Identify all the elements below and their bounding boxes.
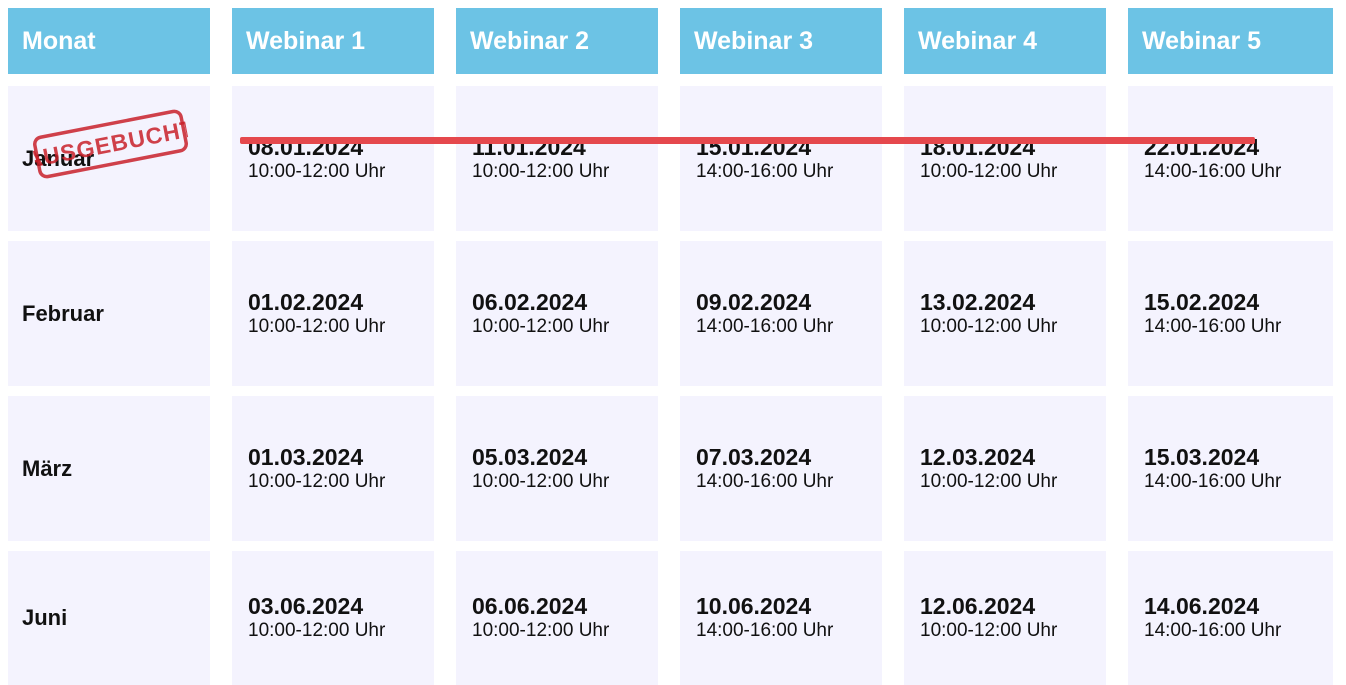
webinar-time: 14:00-16:00 Uhr — [1144, 160, 1282, 182]
header-month: Monat — [8, 8, 210, 74]
webinar-time: 10:00-12:00 Uhr — [248, 470, 386, 492]
webinar-date: 09.02.2024 — [696, 288, 812, 315]
webinar-date: 03.06.2024 — [248, 593, 364, 619]
webinar-time: 14:00-16:00 Uhr — [1144, 620, 1282, 641]
webinar-time: 10:00-12:00 Uhr — [920, 160, 1058, 182]
webinar-date: 14.06.2024 — [1144, 593, 1260, 619]
webinar-time: 14:00-16:00 Uhr — [696, 315, 834, 337]
webinar-time: 14:00-16:00 Uhr — [696, 470, 834, 492]
sold-out-strikethrough — [240, 137, 1255, 144]
webinar-slot[interactable]: 13.02.2024 10:00-12:00 Uhr — [904, 241, 1106, 386]
webinar-time: 14:00-16:00 Uhr — [696, 160, 834, 182]
webinar-slot[interactable]: 18.01.2024 10:00-12:00 Uhr — [904, 86, 1106, 231]
header-webinar-1: Webinar 1 — [232, 8, 434, 74]
webinar-time: 10:00-12:00 Uhr — [920, 620, 1058, 641]
header-label: Webinar 1 — [246, 26, 366, 55]
webinar-date: 15.02.2024 — [1144, 288, 1260, 315]
webinar-date: 15.03.2024 — [1144, 443, 1260, 470]
header-label: Webinar 3 — [694, 26, 814, 55]
month-label: Juni — [22, 605, 68, 630]
header-label: Webinar 2 — [470, 26, 590, 55]
table-row-month: März — [8, 396, 210, 541]
table-row-month: Januar — [8, 86, 210, 231]
webinar-slot[interactable]: 08.01.2024 10:00-12:00 Uhr — [232, 86, 434, 231]
webinar-date: 06.02.2024 — [472, 288, 588, 315]
webinar-time: 10:00-12:00 Uhr — [472, 315, 610, 337]
month-label: Februar — [22, 300, 104, 326]
webinar-slot[interactable]: 15.02.2024 14:00-16:00 Uhr — [1128, 241, 1333, 386]
webinar-slot[interactable]: 03.06.2024 10:00-12:00 Uhr — [232, 551, 434, 685]
webinar-time: 10:00-12:00 Uhr — [472, 160, 610, 182]
webinar-slot[interactable]: 07.03.2024 14:00-16:00 Uhr — [680, 396, 882, 541]
table-row-month: Februar — [8, 241, 210, 386]
webinar-date: 12.03.2024 — [920, 443, 1036, 470]
webinar-slot[interactable]: 11.01.2024 10:00-12:00 Uhr — [456, 86, 658, 231]
webinar-time: 10:00-12:00 Uhr — [472, 470, 610, 492]
webinar-date: 01.03.2024 — [248, 443, 364, 470]
webinar-time: 10:00-12:00 Uhr — [920, 315, 1058, 337]
webinar-slot[interactable]: 06.02.2024 10:00-12:00 Uhr — [456, 241, 658, 386]
webinar-date: 01.02.2024 — [248, 288, 364, 315]
header-label: Webinar 4 — [918, 26, 1038, 55]
header-webinar-5: Webinar 5 — [1128, 8, 1333, 74]
webinar-time: 10:00-12:00 Uhr — [248, 160, 386, 182]
webinar-slot[interactable]: 10.06.2024 14:00-16:00 Uhr — [680, 551, 882, 685]
webinar-date: 12.06.2024 — [920, 593, 1036, 619]
webinar-time: 14:00-16:00 Uhr — [1144, 470, 1282, 492]
header-webinar-3: Webinar 3 — [680, 8, 882, 74]
webinar-time: 10:00-12:00 Uhr — [248, 620, 386, 641]
webinar-slot[interactable]: 22.01.2024 14:00-16:00 Uhr — [1128, 86, 1333, 231]
webinar-slot[interactable]: 09.02.2024 14:00-16:00 Uhr — [680, 241, 882, 386]
webinar-time: 14:00-16:00 Uhr — [1144, 315, 1282, 337]
webinar-date: 13.02.2024 — [920, 288, 1036, 315]
header-webinar-4: Webinar 4 — [904, 8, 1106, 74]
header-webinar-2: Webinar 2 — [456, 8, 658, 74]
webinar-slot[interactable]: 12.06.2024 10:00-12:00 Uhr — [904, 551, 1106, 685]
webinar-date: 06.06.2024 — [472, 593, 588, 619]
webinar-slot[interactable]: 05.03.2024 10:00-12:00 Uhr — [456, 396, 658, 541]
webinar-date: 10.06.2024 — [696, 593, 812, 619]
webinar-date: 05.03.2024 — [472, 443, 588, 470]
webinar-date: 07.03.2024 — [696, 443, 812, 470]
webinar-slot[interactable]: 01.03.2024 10:00-12:00 Uhr — [232, 396, 434, 541]
webinar-time: 14:00-16:00 Uhr — [696, 620, 834, 641]
table-row-month: Juni — [8, 551, 210, 685]
month-label: Januar — [22, 145, 95, 171]
webinar-slot[interactable]: 01.02.2024 10:00-12:00 Uhr — [232, 241, 434, 386]
webinar-slot[interactable]: 15.03.2024 14:00-16:00 Uhr — [1128, 396, 1333, 541]
header-label: Webinar 5 — [1142, 26, 1262, 55]
webinar-slot[interactable]: 14.06.2024 14:00-16:00 Uhr — [1128, 551, 1333, 685]
header-label: Monat — [22, 26, 96, 55]
webinar-time: 10:00-12:00 Uhr — [920, 470, 1058, 492]
webinar-slot[interactable]: 12.03.2024 10:00-12:00 Uhr — [904, 396, 1106, 541]
webinar-slot[interactable]: 15.01.2024 14:00-16:00 Uhr — [680, 86, 882, 231]
month-label: März — [22, 455, 73, 481]
webinar-slot[interactable]: 06.06.2024 10:00-12:00 Uhr — [456, 551, 658, 685]
webinar-time: 10:00-12:00 Uhr — [472, 620, 610, 641]
webinar-time: 10:00-12:00 Uhr — [248, 315, 386, 337]
